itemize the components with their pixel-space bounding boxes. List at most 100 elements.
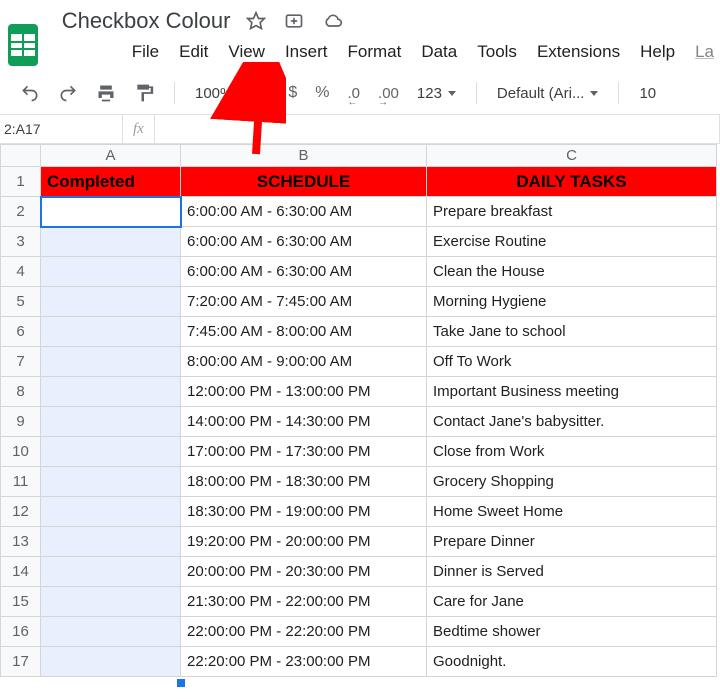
cell[interactable] — [41, 587, 181, 617]
currency-button[interactable]: $ — [288, 84, 297, 102]
font-select[interactable]: Default (Ari... — [497, 85, 599, 102]
sheets-logo[interactable] — [8, 24, 38, 66]
cell[interactable]: 12:00:00 PM - 13:00:00 PM — [181, 377, 427, 407]
increase-decimal-button[interactable]: .00→ — [378, 85, 399, 102]
menu-view[interactable]: View — [228, 42, 265, 62]
menu-format[interactable]: Format — [347, 42, 401, 62]
cell[interactable]: DAILY TASKS — [427, 167, 717, 197]
cell[interactable] — [41, 317, 181, 347]
menu-help[interactable]: Help — [640, 42, 675, 62]
cell[interactable]: Clean the House — [427, 257, 717, 287]
menu-extensions[interactable]: Extensions — [537, 42, 620, 62]
row-header[interactable]: 7 — [1, 347, 41, 377]
cloud-icon[interactable] — [322, 11, 344, 31]
cell[interactable]: Completed — [41, 167, 181, 197]
row-header[interactable]: 2 — [1, 197, 41, 227]
row-header[interactable]: 15 — [1, 587, 41, 617]
zoom-select[interactable]: 100% — [195, 85, 247, 102]
cell[interactable]: Contact Jane's babysitter. — [427, 407, 717, 437]
menu-overflow[interactable]: La — [695, 42, 714, 62]
row-header[interactable]: 17 — [1, 647, 41, 677]
row-header[interactable]: 12 — [1, 497, 41, 527]
cell[interactable]: 6:00:00 AM - 6:30:00 AM — [181, 227, 427, 257]
cell[interactable]: Grocery Shopping — [427, 467, 717, 497]
cell[interactable] — [41, 347, 181, 377]
cell[interactable]: Close from Work — [427, 437, 717, 467]
row-header[interactable]: 14 — [1, 557, 41, 587]
cell[interactable] — [41, 497, 181, 527]
cell[interactable]: Goodnight. — [427, 647, 717, 677]
cell[interactable]: Important Business meeting — [427, 377, 717, 407]
cell[interactable]: Morning Hygiene — [427, 287, 717, 317]
spreadsheet-grid[interactable]: A B C 1 Completed SCHEDULE DAILY TASKS 2… — [0, 144, 717, 677]
cell[interactable] — [41, 557, 181, 587]
print-icon[interactable] — [96, 83, 116, 103]
cell[interactable] — [41, 407, 181, 437]
cell[interactable]: 18:30:00 PM - 19:00:00 PM — [181, 497, 427, 527]
menu-file[interactable]: File — [132, 42, 159, 62]
cell[interactable]: 6:00:00 AM - 6:30:00 AM — [181, 197, 427, 227]
decrease-decimal-button[interactable]: .0← — [348, 85, 361, 102]
col-header-a[interactable]: A — [41, 145, 181, 167]
cell[interactable]: Exercise Routine — [427, 227, 717, 257]
cell[interactable] — [41, 647, 181, 677]
cell[interactable]: SCHEDULE — [181, 167, 427, 197]
cell[interactable]: Off To Work — [427, 347, 717, 377]
row-header[interactable]: 13 — [1, 527, 41, 557]
menu-insert[interactable]: Insert — [285, 42, 328, 62]
number-format-select[interactable]: 123 — [417, 85, 456, 102]
cell[interactable]: 19:20:00 PM - 20:00:00 PM — [181, 527, 427, 557]
cell[interactable]: 18:00:00 PM - 18:30:00 PM — [181, 467, 427, 497]
cell[interactable] — [41, 287, 181, 317]
cell[interactable]: 17:00:00 PM - 17:30:00 PM — [181, 437, 427, 467]
cell[interactable] — [41, 377, 181, 407]
paint-format-icon[interactable] — [134, 83, 154, 103]
cell[interactable]: Take Jane to school — [427, 317, 717, 347]
cell[interactable]: 14:00:00 PM - 14:30:00 PM — [181, 407, 427, 437]
menu-tools[interactable]: Tools — [477, 42, 517, 62]
cell[interactable] — [41, 527, 181, 557]
row-header[interactable]: 5 — [1, 287, 41, 317]
select-all-corner[interactable] — [1, 145, 41, 167]
cell[interactable]: Bedtime shower — [427, 617, 717, 647]
row-header[interactable]: 6 — [1, 317, 41, 347]
undo-icon[interactable] — [20, 83, 40, 103]
cell[interactable] — [41, 257, 181, 287]
selection-handle[interactable] — [176, 678, 186, 688]
name-box[interactable]: 2:A17 — [0, 115, 123, 143]
cell[interactable]: Prepare Dinner — [427, 527, 717, 557]
cell[interactable]: 7:45:00 AM - 8:00:00 AM — [181, 317, 427, 347]
row-header[interactable]: 9 — [1, 407, 41, 437]
cell[interactable]: Care for Jane — [427, 587, 717, 617]
menu-data[interactable]: Data — [421, 42, 457, 62]
row-header[interactable]: 16 — [1, 617, 41, 647]
col-header-c[interactable]: C — [427, 145, 717, 167]
cell[interactable] — [41, 227, 181, 257]
cell[interactable] — [41, 467, 181, 497]
row-header[interactable]: 11 — [1, 467, 41, 497]
cell[interactable]: 7:20:00 AM - 7:45:00 AM — [181, 287, 427, 317]
cell[interactable]: Home Sweet Home — [427, 497, 717, 527]
row-header[interactable]: 4 — [1, 257, 41, 287]
star-icon[interactable] — [246, 11, 266, 31]
cell[interactable]: Dinner is Served — [427, 557, 717, 587]
cell[interactable]: Prepare breakfast — [427, 197, 717, 227]
formula-input[interactable] — [155, 115, 720, 143]
cell[interactable] — [41, 437, 181, 467]
cell[interactable] — [41, 197, 181, 227]
row-header[interactable]: 10 — [1, 437, 41, 467]
cell[interactable]: 21:30:00 PM - 22:00:00 PM — [181, 587, 427, 617]
cell[interactable]: 22:20:00 PM - 23:00:00 PM — [181, 647, 427, 677]
document-title[interactable]: Checkbox Colour — [58, 8, 231, 34]
cell[interactable]: 8:00:00 AM - 9:00:00 AM — [181, 347, 427, 377]
cell[interactable]: 6:00:00 AM - 6:30:00 AM — [181, 257, 427, 287]
row-header[interactable]: 1 — [1, 167, 41, 197]
font-size-select[interactable]: 10 — [639, 85, 656, 102]
col-header-b[interactable]: B — [181, 145, 427, 167]
cell[interactable]: 22:00:00 PM - 22:20:00 PM — [181, 617, 427, 647]
redo-icon[interactable] — [58, 83, 78, 103]
cell[interactable] — [41, 617, 181, 647]
cell[interactable]: 20:00:00 PM - 20:30:00 PM — [181, 557, 427, 587]
menu-edit[interactable]: Edit — [179, 42, 208, 62]
percent-button[interactable]: % — [315, 84, 329, 102]
